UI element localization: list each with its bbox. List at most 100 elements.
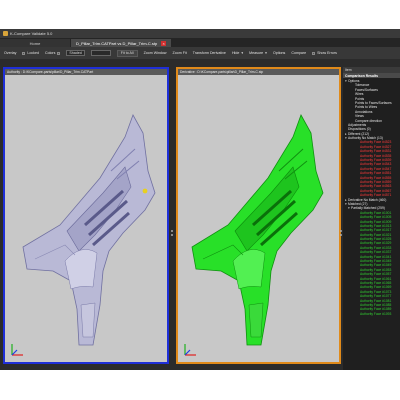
tab-home-label: Home: [29, 40, 41, 46]
tree-item-label: Authority Face #1093: [360, 311, 392, 316]
display-mode-select[interactable]: Shaded: [66, 50, 85, 56]
tree-item-label: Authority Face #4535: [360, 153, 392, 158]
measure-label: Measure: [249, 51, 264, 55]
tree-item-label: Authority Face #1021: [360, 232, 392, 237]
zoom-window-button[interactable]: Zoom Window: [144, 51, 167, 55]
tree-item-label: Authority Face #4563: [360, 184, 392, 189]
tree-item-label: Options: [348, 79, 360, 83]
tree-item-label: Authority Face #1005: [360, 215, 392, 220]
tree-item-label: Different (212): [348, 131, 370, 136]
zoom-fit-button[interactable]: Zoom Fit: [173, 51, 187, 55]
derivative-viewport[interactable]: Derivative : D:\KCompare-parts\pillar\D_…: [176, 67, 341, 364]
zoom-window-label: Zoom Window: [143, 51, 167, 55]
options-button[interactable]: Options: [273, 51, 285, 55]
tree-item-label: Adjustments: [348, 122, 367, 127]
tree-item-label: Authority Face #1073: [360, 289, 392, 294]
measure-button[interactable]: Measure ▾: [249, 51, 267, 55]
authority-model[interactable]: [5, 75, 167, 358]
show-errors-toggle[interactable]: Show Errors: [312, 51, 337, 55]
tree-item-label: Authority Face #1081: [360, 298, 392, 303]
tree-item-label: Authority Face #1009: [360, 219, 392, 224]
tab-comparison[interactable]: D_Pillar_Trim.CATPart vs D_Pillar_Trim-C…: [71, 39, 172, 47]
tree-item-label: Faces/Surfaces: [355, 87, 378, 92]
tree-item-label: Authority Face #1089: [360, 307, 392, 312]
tab-comparison-label: D_Pillar_Trim.CATPart vs D_Pillar_Trim-C…: [76, 40, 158, 46]
compare-label: Compare: [291, 51, 307, 55]
locked-label: Locked: [27, 51, 39, 55]
tree-item-label: Authority Face #4539: [360, 158, 392, 163]
tree-item-label: Authority Face #1085: [360, 302, 392, 307]
app-window: K-Compare Validate 5.0 Home D_Pillar_Tri…: [0, 29, 400, 370]
derivative-model[interactable]: [178, 75, 339, 358]
tree-item-label: Authority Face #1037: [360, 250, 392, 255]
colors-control[interactable]: Colors: [44, 51, 61, 55]
tree-item-label: Authority Face #1017: [360, 228, 392, 233]
tab-home[interactable]: Home: [0, 39, 70, 47]
toolbar: Overlay Locked Colors Shaded Fit to All …: [0, 47, 400, 59]
splitter-handle-left[interactable]: [170, 229, 174, 237]
overlay-label: Overlay: [4, 51, 17, 55]
title-bar: K-Compare Validate 5.0: [0, 29, 400, 38]
zoom-fit-label: Zoom Fit: [172, 51, 187, 55]
window-title: K-Compare Validate 5.0: [10, 31, 53, 36]
hide-label: Hide: [231, 51, 240, 55]
tree-item-label: Points to Faces/Surfaces: [355, 100, 392, 105]
axis-triad-icon: [184, 344, 196, 356]
tree-item-label: Wires: [355, 92, 364, 97]
authority-part-geometry: [22, 114, 156, 346]
tree-item-label: Authority Face #4547: [360, 166, 392, 171]
tree-item-label: Authority Face #1013: [360, 223, 392, 228]
compare-button[interactable]: Compare: [291, 51, 306, 55]
show-errors-checkbox[interactable]: [312, 51, 316, 55]
tree-item-label: Authority Face #4567: [360, 188, 392, 193]
tree-item-label: Authority Face #1069: [360, 285, 392, 290]
tree-item-label: Dispositions (0): [348, 127, 371, 132]
tree-item-label: Partially Matched (259): [351, 206, 385, 211]
tree-item-label: Compare direction: [355, 118, 382, 123]
authority-viewport[interactable]: Authority : D:\KCompare-parts\pillar\D_P…: [3, 67, 169, 364]
tree-item-label: Authority No Match (13): [348, 136, 383, 141]
tree-item-label: Authority Face #4571: [360, 193, 392, 198]
view-select[interactable]: [90, 50, 111, 56]
tree-item-label: Authority Face #1041: [360, 254, 392, 259]
axis-triad-icon: [11, 344, 23, 356]
colors-swatch[interactable]: [57, 51, 61, 55]
tree-item-label: Authority Face #4551: [360, 171, 392, 176]
tree-item-label: Views: [355, 114, 364, 119]
chevron-down-icon: ▾: [241, 51, 244, 55]
close-icon[interactable]: ×: [161, 40, 167, 46]
tree-item-label: Matched (27): [348, 201, 368, 206]
tree-item-label: Authority Face #4531: [360, 149, 392, 154]
tree-item-label: Derivative No Match (460): [348, 197, 387, 202]
derivative-part-geometry: [191, 114, 324, 346]
results-tree: ▾Options Tolerance Faces/Surfaces Wires Poin…: [343, 78, 400, 316]
tree-item-label: Authority Face #1025: [360, 237, 392, 242]
tree-item-label: Authority Face #1033: [360, 245, 392, 250]
document-tab-bar: Home D_Pillar_Trim.CATPart vs D_Pillar_T…: [0, 38, 400, 47]
app-logo-icon: [3, 31, 8, 36]
options-label: Options: [272, 51, 286, 55]
hide-button[interactable]: Hide ▾: [232, 51, 243, 55]
tree-item-label: Authority Face #1077: [360, 294, 392, 299]
tree-item-label: Authority Face #4543: [360, 162, 392, 167]
locked-toggle[interactable]: Locked: [22, 51, 39, 55]
tree-item-label: Authority Face #4555: [360, 175, 392, 180]
tree-item-label: Annotations: [355, 109, 373, 114]
tree-item-label: Points to Wires: [355, 105, 378, 110]
locked-checkbox[interactable]: [22, 51, 26, 55]
tree-item-label: Authority Face #1029: [360, 241, 392, 246]
fit-to-all-button[interactable]: Fit to All: [116, 49, 138, 57]
tree-item-label: Authority Face #1053: [360, 267, 392, 272]
overlay-toggle[interactable]: Overlay: [4, 51, 16, 55]
status-bar: [0, 365, 343, 370]
tree-item[interactable]: Authority Face #1093: [343, 312, 400, 316]
tree-item-label: Authority Face #1057: [360, 272, 392, 277]
tree-item-label: Authority Face #1049: [360, 263, 392, 268]
transform-derivative-button[interactable]: Transform Derivative: [193, 51, 226, 55]
display-mode-value: Shaded: [69, 51, 82, 55]
colors-label: Colors: [44, 51, 56, 55]
tree-item-label: Authority Face #1065: [360, 280, 392, 285]
tree-item-label: Authority Face #4523: [360, 140, 392, 145]
chevron-down-icon: ▾: [265, 51, 267, 55]
tree-item-label: Points: [355, 96, 365, 101]
